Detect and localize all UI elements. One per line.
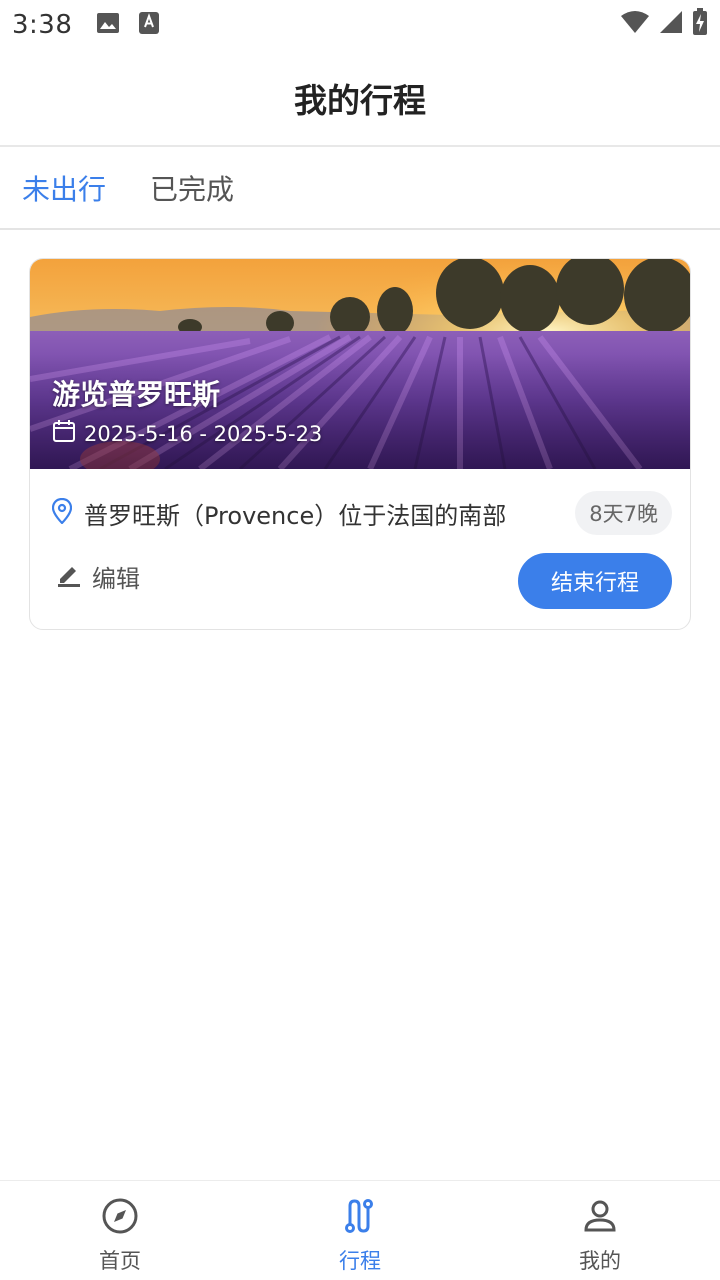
battery-charging-icon — [692, 8, 708, 40]
trip-location: 普罗旺斯（Provence）位于法国的南部 — [84, 501, 507, 530]
nav-item-trips[interactable]: 行程 — [240, 1181, 480, 1280]
bottom-navigation: 首页 行程 我的 — [0, 1180, 720, 1280]
text-notification-icon — [138, 11, 160, 39]
status-notification-icons — [96, 11, 160, 39]
nav-label-profile: 我的 — [579, 1249, 621, 1273]
trip-status-tabs: 未出行 已完成 — [0, 148, 720, 230]
trip-card[interactable]: 游览普罗旺斯 2025-5-16 - 2025-5-23 普罗旺斯（Proven… — [29, 258, 691, 630]
trip-dates-text: 2025-5-16 - 2025-5-23 — [84, 421, 323, 446]
tab-completed[interactable]: 已完成 — [150, 168, 234, 208]
wifi-icon — [620, 9, 650, 39]
calendar-icon — [52, 419, 76, 448]
trip-info-row: 普罗旺斯（Provence）位于法国的南部 8天7晚 — [51, 491, 672, 535]
trip-title: 游览普罗旺斯 — [52, 378, 221, 411]
screen: 3:38 我的行程 未出行 已完成 游览普罗旺斯 2025-5-16 - 202… — [0, 0, 720, 1280]
end-trip-button[interactable]: 结束行程 — [518, 553, 672, 609]
compass-icon — [101, 1197, 139, 1239]
person-icon — [581, 1197, 619, 1239]
app-header: 我的行程 — [0, 50, 720, 147]
route-icon — [341, 1197, 379, 1239]
page-title: 我的行程 — [294, 80, 426, 120]
edit-trip-button[interactable]: 编辑 — [56, 559, 140, 594]
trip-date-range: 2025-5-16 - 2025-5-23 — [52, 419, 322, 448]
status-time: 3:38 — [12, 10, 73, 40]
status-bar: 3:38 — [0, 0, 720, 50]
location-pin-icon — [51, 497, 73, 528]
tab-upcoming[interactable]: 未出行 — [22, 168, 106, 208]
nav-item-profile[interactable]: 我的 — [480, 1181, 720, 1280]
nav-label-trips: 行程 — [339, 1249, 381, 1273]
image-notification-icon — [96, 12, 120, 38]
edit-pencil-icon — [56, 561, 82, 593]
edit-label: 编辑 — [92, 565, 140, 593]
signal-icon — [658, 9, 684, 39]
trip-cover-image: 游览普罗旺斯 2025-5-16 - 2025-5-23 — [30, 259, 690, 469]
trip-actions-row: 编辑 结束行程 — [52, 553, 672, 609]
trip-duration-badge: 8天7晚 — [575, 491, 672, 535]
nav-item-home[interactable]: 首页 — [0, 1181, 240, 1280]
status-system-icons — [620, 8, 708, 40]
nav-label-home: 首页 — [99, 1249, 141, 1273]
